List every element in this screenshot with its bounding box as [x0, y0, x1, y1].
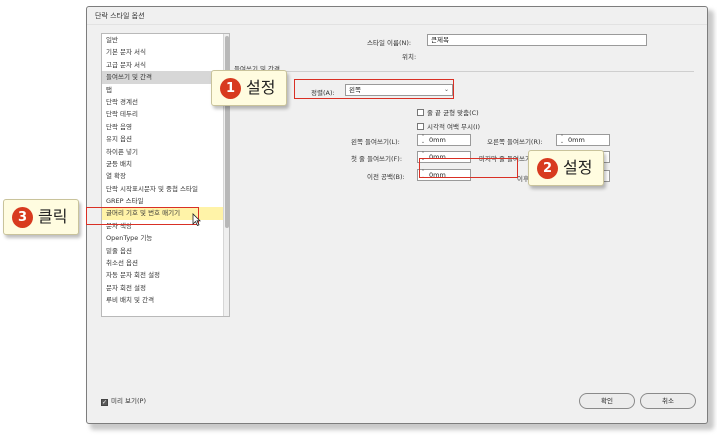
- checkbox-box[interactable]: [417, 109, 424, 116]
- sidebar-scrollbar-thumb[interactable]: [225, 36, 229, 228]
- sidebar-item-indents-spacing[interactable]: 들여쓰기 및 간격: [102, 71, 229, 84]
- annotation-box-alignment: [294, 79, 454, 99]
- callout-text: 설정: [563, 158, 593, 177]
- sidebar-item-drop-caps-nested[interactable]: 단락 시작표시문자 및 중첩 스타일: [102, 183, 229, 195]
- sidebar-item-auto-tate-chu-yoko[interactable]: 자동 문자 회전 설정: [102, 269, 229, 281]
- callout-step-1: 1 설정: [211, 70, 287, 106]
- sidebar-item-tabs[interactable]: 탭: [102, 84, 229, 96]
- step-number-badge: 1: [220, 78, 241, 99]
- sidebar-item-general[interactable]: 일반: [102, 34, 229, 46]
- left-indent-value: 0mm: [429, 136, 446, 144]
- right-indent-value: 0mm: [568, 136, 585, 144]
- callout-text: 설정: [246, 78, 276, 97]
- annotation-box-bullets: [86, 207, 199, 225]
- sidebar-item-justification[interactable]: 균등 배치: [102, 158, 229, 170]
- ignore-optical-margin-checkbox[interactable]: 시각적 여백 무시(I): [417, 121, 480, 131]
- sidebar-item-underline-options[interactable]: 밑줄 옵션: [102, 245, 229, 257]
- space-before-label: 이전 공백(B):: [367, 173, 405, 181]
- sidebar-item-paragraph-rules[interactable]: 단락 경계선: [102, 96, 229, 108]
- callout-text: 클릭: [38, 207, 68, 226]
- first-line-indent-label: 첫 줄 들여쓰기(F):: [351, 155, 403, 163]
- sidebar-item-strikethrough-options[interactable]: 취소선 옵션: [102, 257, 229, 269]
- sidebar-item-paragraph-shading[interactable]: 단락 음영: [102, 121, 229, 133]
- step-number-badge: 2: [537, 158, 558, 179]
- ignore-optical-margin-label: 시각적 여백 무시(I): [427, 123, 480, 131]
- section-divider: [234, 71, 694, 72]
- balance-ragged-checkbox[interactable]: 줄 끝 균형 맞춤(C): [417, 107, 479, 117]
- right-indent-stepper[interactable]: ⌃ ⌄ 0mm: [556, 134, 610, 146]
- sidebar-item-basic-char-formats[interactable]: 기본 문자 서식: [102, 46, 229, 58]
- cancel-button[interactable]: 취소: [640, 393, 696, 409]
- checkbox-box[interactable]: [417, 123, 424, 130]
- stepper-arrows-icon[interactable]: ⌃⌄: [558, 135, 566, 145]
- stepper-arrows-icon[interactable]: ⌃⌄: [419, 135, 427, 145]
- style-name-label: 스타일 이름(N):: [367, 39, 412, 47]
- mouse-pointer-icon: [192, 213, 201, 226]
- annotation-box-space-after: [419, 158, 518, 178]
- left-indent-stepper[interactable]: ⌃ ⌄ 0mm: [417, 134, 471, 146]
- sidebar-item-opentype-features[interactable]: OpenType 기능: [102, 232, 229, 244]
- balance-ragged-label: 줄 끝 균형 맞춤(C): [427, 109, 479, 117]
- preview-label: 미리 보기(P): [111, 397, 146, 405]
- location-label: 위치:: [402, 53, 417, 61]
- preview-checkbox[interactable]: ✓ 미리 보기(P): [101, 395, 146, 406]
- sidebar-item-keep-options[interactable]: 유지 옵션: [102, 133, 229, 145]
- callout-step-2: 2 설정: [528, 150, 604, 186]
- sidebar-item-span-columns[interactable]: 열 확장: [102, 170, 229, 182]
- sidebar-item-paragraph-border[interactable]: 단락 테두리: [102, 108, 229, 120]
- sidebar-item-ruby-placement[interactable]: 루비 배치 및 간격: [102, 294, 229, 306]
- step-number-badge: 3: [12, 207, 33, 228]
- callout-step-3: 3 클릭: [3, 199, 79, 235]
- sidebar-item-hyphenation[interactable]: 하이픈 넣기: [102, 146, 229, 158]
- left-indent-label: 왼쪽 들여쓰기(L):: [351, 138, 400, 146]
- sidebar-item-tate-chu-yoko[interactable]: 문자 회전 설정: [102, 282, 229, 294]
- sidebar-item-advanced-char-formats[interactable]: 고급 문자 서식: [102, 59, 229, 71]
- style-name-input[interactable]: 큰제목: [427, 34, 647, 46]
- ok-button[interactable]: 확인: [579, 393, 635, 409]
- checkmark-icon[interactable]: ✓: [101, 399, 108, 406]
- sidebar-item-grep-style[interactable]: GREP 스타일: [102, 195, 229, 207]
- right-indent-label: 오른쪽 들여쓰기(R):: [487, 138, 543, 146]
